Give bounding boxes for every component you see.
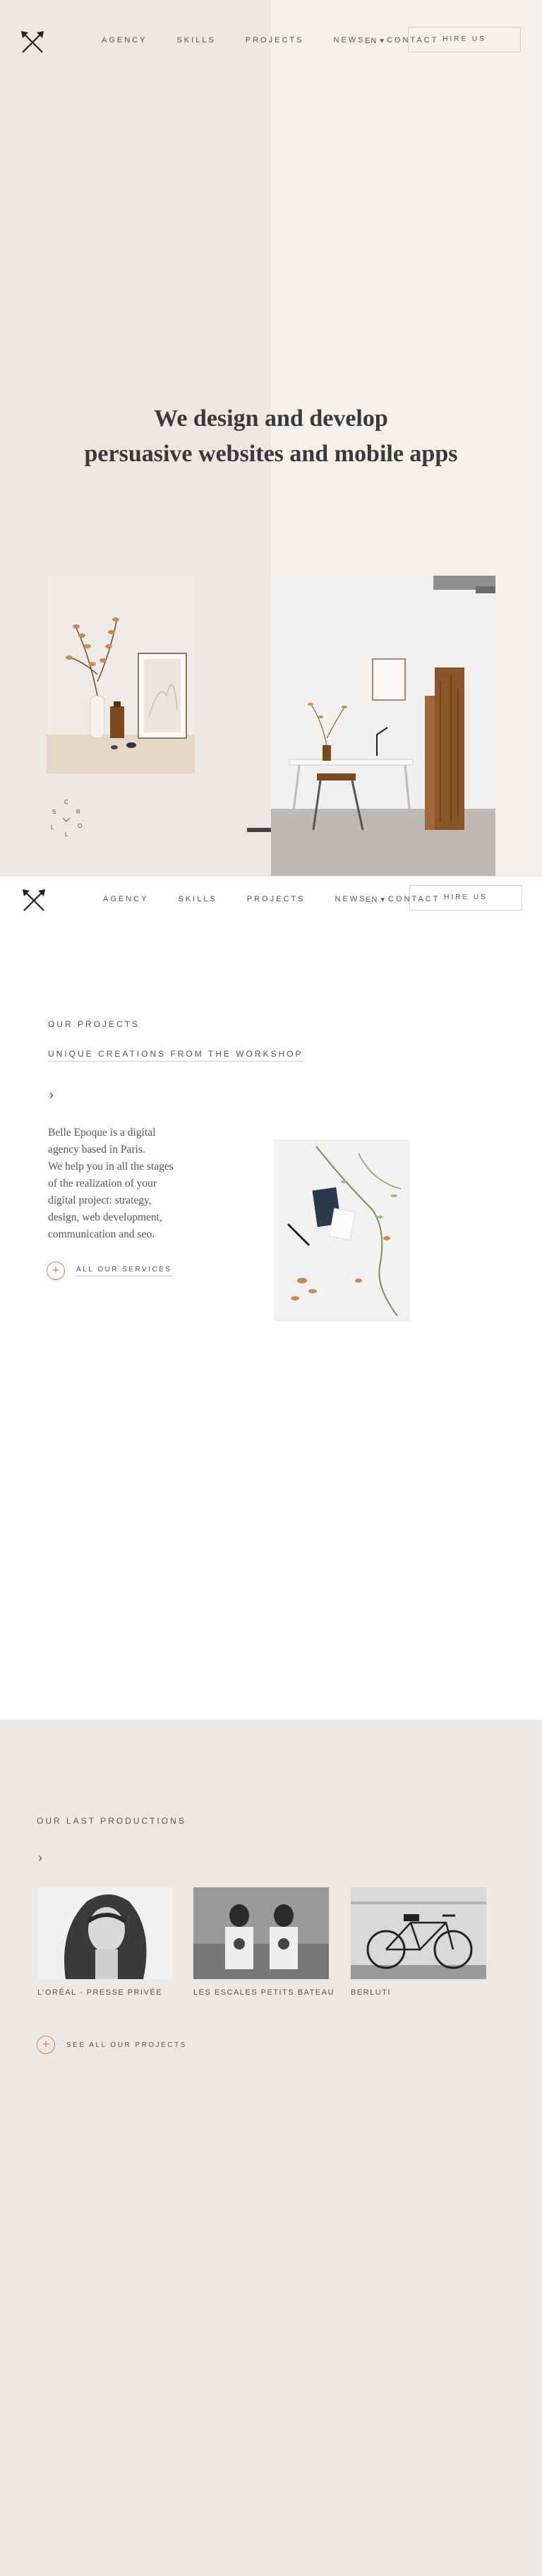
scroll-letter-s: S: [52, 809, 56, 815]
chevron-right-icon[interactable]: ›: [49, 1088, 54, 1103]
scroll-letter-r: R: [76, 809, 80, 815]
sticky-navigation: AGENCY SKILLS PROJECTS NEWS EN ▾ CONTACT…: [0, 876, 542, 932]
scroll-letter-l2: L: [51, 824, 54, 831]
projects-section: AGENCY SKILLS PROJECTS NEWS EN ▾ CONTACT…: [0, 876, 542, 1720]
crossed-tools-logo-icon[interactable]: [21, 888, 47, 913]
nav-link-projects[interactable]: PROJECTS: [247, 895, 306, 903]
nav-link-news[interactable]: NEWS: [333, 36, 365, 44]
nav-link-skills[interactable]: SKILLS: [178, 895, 217, 903]
scroll-letter-c: C: [64, 799, 68, 805]
hire-us-button[interactable]: HIRE US: [409, 885, 522, 910]
scroll-indicator[interactable]: S C R O L L: [47, 798, 86, 838]
nav-link-news[interactable]: NEWS: [335, 895, 366, 903]
hero-section: AGENCY SKILLS PROJECTS NEWS EN ▾ CONTACT…: [0, 0, 542, 876]
plus-icon: +: [47, 1262, 65, 1280]
agency-intro: Belle Epoque is a digital agency based i…: [48, 1124, 196, 1243]
production-image-berluti: [351, 1887, 486, 1979]
hero-title-line1: We design and develop: [154, 405, 388, 432]
hero-photo-desk: [271, 576, 495, 876]
production-card-berluti[interactable]: [351, 1887, 486, 1979]
intro-line: Belle Epoque is a digital: [48, 1127, 156, 1139]
scroll-letter-l1: L: [65, 831, 68, 838]
see-all-projects-label: SEE ALL OUR PROJECTS: [66, 2041, 187, 2049]
intro-line: design, web development,: [48, 1211, 162, 1223]
all-services-label: ALL OUR SERVICES: [76, 1266, 172, 1276]
language-selector[interactable]: EN ▾: [366, 895, 385, 904]
hero-title: We design and develop persuasive website…: [0, 401, 542, 472]
intro-line: We help you in all the stages: [48, 1161, 174, 1173]
hero-title-line2: persuasive websites and mobile apps: [84, 441, 458, 467]
nav-link-skills[interactable]: SKILLS: [176, 36, 215, 44]
top-navigation: AGENCY SKILLS PROJECTS NEWS EN ▾ CONTACT…: [0, 0, 542, 57]
nav-links: AGENCY SKILLS PROJECTS NEWS: [102, 36, 365, 44]
production-caption-berluti[interactable]: BERLUTI: [351, 1988, 391, 1997]
sticky-nav-links: AGENCY SKILLS PROJECTS NEWS: [103, 895, 366, 903]
production-caption-loreal[interactable]: L’ORÉAL - PRESSE PRIVÉE: [37, 1988, 162, 1997]
scroll-letter-o: O: [78, 823, 82, 829]
all-services-link[interactable]: + ALL OUR SERVICES: [47, 1262, 172, 1280]
production-image-escales: [193, 1887, 329, 1979]
production-card-loreal[interactable]: [37, 1887, 173, 1979]
projects-photo-stationery: [274, 1139, 410, 1322]
hire-us-button[interactable]: HIRE US: [408, 27, 521, 52]
intro-line: digital project: strategy,: [48, 1194, 152, 1206]
productions-heading: OUR LAST PRODUCTIONS: [37, 1816, 186, 1826]
hero-photo-vase: [47, 576, 195, 773]
production-image-loreal: [37, 1887, 173, 1979]
chevron-right-icon[interactable]: ›: [38, 1851, 42, 1865]
intro-line: of the realization of your: [48, 1177, 157, 1189]
plus-icon: +: [37, 2036, 55, 2054]
hero-slider-indicator[interactable]: [247, 828, 271, 832]
projects-subtitle[interactable]: UNIQUE CREATIONS FROM THE WORKSHOP: [48, 1049, 303, 1062]
production-card-escales[interactable]: [193, 1887, 329, 1979]
production-caption-escales[interactable]: LES ESCALES PETITS BATEAU: [193, 1988, 335, 1997]
nav-link-agency[interactable]: AGENCY: [103, 895, 148, 903]
projects-eyebrow: OUR PROJECTS: [48, 1019, 140, 1029]
crossed-tools-logo-icon[interactable]: [20, 30, 45, 55]
productions-section: OUR LAST PRODUCTIONS › L’ORÉAL - PRESSE …: [0, 1720, 542, 2576]
language-selector[interactable]: EN ▾: [365, 36, 385, 45]
see-all-projects-link[interactable]: + SEE ALL OUR PROJECTS: [37, 2036, 187, 2054]
nav-link-projects[interactable]: PROJECTS: [246, 36, 304, 44]
intro-line: communication and seo.: [48, 1228, 155, 1240]
intro-line: agency based in Paris.: [48, 1144, 145, 1156]
nav-link-agency[interactable]: AGENCY: [102, 36, 147, 44]
